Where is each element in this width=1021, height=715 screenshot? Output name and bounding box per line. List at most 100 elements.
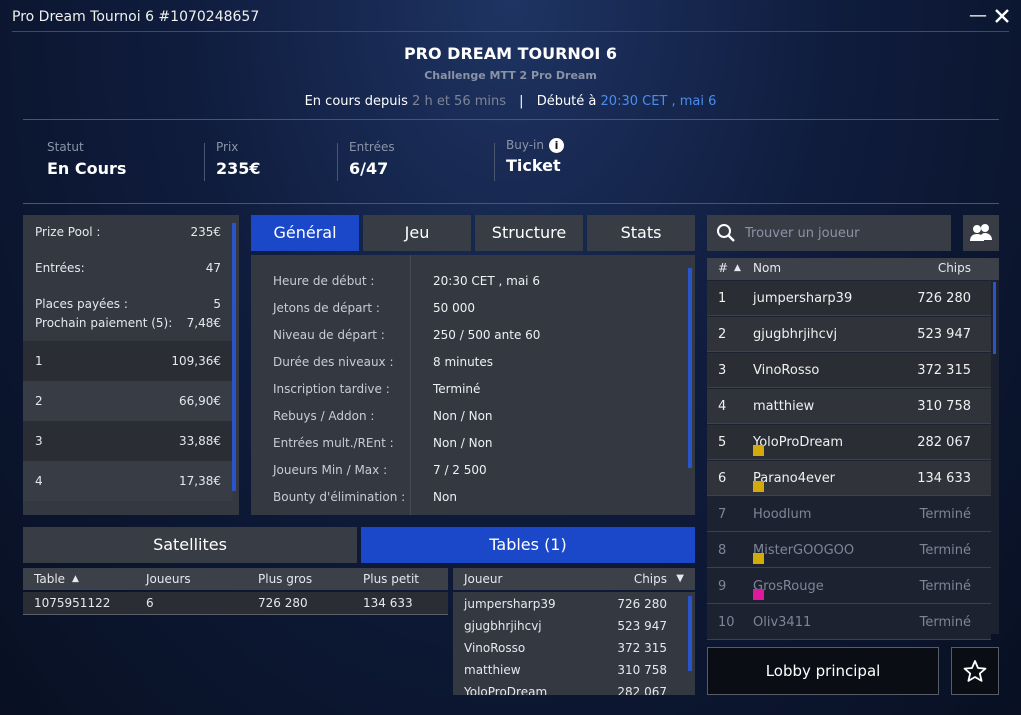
prize-scrollbar[interactable]: [232, 223, 236, 491]
search-input[interactable]: [745, 215, 945, 251]
column-divider: [410, 255, 411, 515]
col-table[interactable]: Table: [34, 572, 65, 586]
table-row[interactable]: 8 MisterGOOGOO Terminé: [707, 533, 991, 568]
info-value: 8 minutes: [433, 355, 494, 369]
payout-rank-row: 4 17,38€: [23, 461, 233, 501]
player-chips: 282 067: [617, 685, 667, 695]
table-max: 726 280: [258, 596, 308, 610]
payout-amount: 17,38€: [179, 474, 221, 488]
users-icon: [970, 224, 992, 241]
player-chips: 134 633: [917, 471, 971, 486]
tab-satellites[interactable]: Satellites: [23, 527, 357, 563]
player-chips: 282 067: [917, 435, 971, 450]
player-chips: 523 947: [917, 327, 971, 342]
info-value: 20:30 CET , mai 6: [433, 274, 540, 288]
player-search[interactable]: [707, 215, 951, 251]
col-players[interactable]: Joueurs: [146, 572, 191, 586]
player-chips: 726 280: [617, 597, 667, 611]
tab-general[interactable]: Général: [251, 215, 359, 251]
player-name-cell: VinoRosso: [753, 363, 819, 378]
player-name-cell: matthiew: [753, 399, 814, 414]
table-min: 134 633: [363, 596, 413, 610]
stat-value: 6/47: [349, 159, 389, 178]
table-row[interactable]: 10 Oliv3411 Terminé: [707, 605, 991, 640]
stat-divider: [204, 143, 205, 181]
main-lobby-button[interactable]: Lobby principal: [707, 647, 939, 695]
table-row[interactable]: 5 YoloProDream 282 067: [707, 425, 991, 460]
tournament-title: PRO DREAM TOURNOI 6: [403, 44, 618, 63]
col-rank: #: [718, 261, 729, 275]
player-name: YoloProDream: [464, 685, 548, 695]
stat-value: Ticket: [506, 156, 561, 175]
col-chips[interactable]: Chips: [938, 261, 971, 275]
stat-label: Entrées: [349, 140, 395, 154]
tables-scrollbar[interactable]: [688, 596, 692, 671]
table-id: 1075951122: [34, 596, 111, 610]
info-icon[interactable]: i: [549, 138, 564, 153]
header-divider: [23, 119, 999, 120]
stat-buyin: Buy-in i Ticket: [506, 138, 564, 175]
title-divider: [12, 31, 1009, 32]
col-min[interactable]: Plus petit: [363, 572, 419, 586]
stat-label: Statut: [47, 140, 84, 154]
table-row[interactable]: 9 GrosRouge Terminé: [707, 569, 991, 604]
close-icon: [995, 9, 1009, 23]
general-scrollbar[interactable]: [688, 268, 692, 468]
tab-jeu[interactable]: Jeu: [363, 215, 471, 251]
col-chips[interactable]: Chips: [634, 572, 667, 586]
sort-asc-icon[interactable]: ▲: [72, 574, 79, 584]
player-name-cell: MisterGOOGOO: [753, 543, 854, 564]
next-payout-value: 7,48€: [186, 316, 221, 330]
player-chips: Terminé: [919, 579, 971, 594]
payout-rank: 2: [35, 394, 43, 408]
payout-amount: 109,36€: [171, 354, 221, 368]
table-row[interactable]: 6 Parano4ever 134 633: [707, 461, 991, 496]
info-key: Jetons de départ :: [273, 301, 380, 315]
tab-tables[interactable]: Tables (1): [361, 527, 695, 563]
favorite-button[interactable]: [951, 647, 999, 695]
stat-value: 235€: [216, 159, 261, 178]
player-rank: 9: [718, 579, 727, 594]
info-value: Terminé: [433, 382, 481, 396]
table-row[interactable]: 1 jumpersharp39 726 280: [707, 281, 991, 316]
info-value: 50 000: [433, 301, 475, 315]
prize-pool-label: Prize Pool :: [35, 225, 101, 239]
stat-status: Statut En Cours: [47, 140, 126, 178]
friends-button[interactable]: [963, 215, 999, 251]
player-name: Parano4ever: [753, 471, 836, 486]
stat-label: Prix: [216, 140, 239, 154]
stat-entries: Entrées 6/47: [349, 140, 395, 178]
tab-structure[interactable]: Structure: [475, 215, 583, 251]
table-row[interactable]: 7 Hoodlum Terminé: [707, 497, 991, 532]
info-value: 7 / 2 500: [433, 463, 487, 477]
player-name: VinoRosso: [753, 363, 820, 378]
satellites-header: Table ▲ Joueurs Plus gros Plus petit: [23, 568, 448, 590]
started-value: 20:30 CET , mai 6: [600, 94, 717, 109]
window-title: Pro Dream Tournoi 6 #1070248657: [12, 9, 260, 25]
col-player[interactable]: Joueur: [464, 572, 502, 586]
player-chips: Terminé: [919, 615, 971, 630]
sort-asc-icon[interactable]: ▲: [734, 263, 741, 273]
player-chips: 310 758: [917, 399, 971, 414]
general-info-panel: Heure de début : 20:30 CET , mai 6 Jetons…: [251, 255, 695, 515]
running-label: En cours depuis: [304, 94, 408, 109]
col-max[interactable]: Plus gros: [258, 572, 312, 586]
tab-stats[interactable]: Stats: [587, 215, 695, 251]
players-scrollbar[interactable]: [993, 282, 996, 354]
table-row[interactable]: 2 gjugbhrjihcvj 523 947: [707, 317, 991, 352]
stat-label: Buy-in: [506, 138, 544, 152]
sort-desc-icon[interactable]: ▼: [676, 573, 684, 584]
player-name-cell: GrosRouge: [753, 579, 824, 600]
table-row[interactable]: 1075951122 6 726 280 134 633: [23, 592, 448, 615]
stats-divider: [23, 203, 999, 204]
paid-places-value: 5: [213, 297, 221, 311]
minimize-button[interactable]: —: [968, 5, 988, 27]
table-row[interactable]: 3 VinoRosso 372 315: [707, 353, 991, 388]
info-value: Non / Non: [433, 409, 493, 423]
player-flag-icon: [753, 445, 764, 456]
col-name[interactable]: Nom: [753, 261, 781, 275]
close-button[interactable]: [992, 5, 1012, 27]
table-row[interactable]: 4 matthiew 310 758: [707, 389, 991, 424]
stat-divider: [337, 143, 338, 181]
payout-rank: 3: [35, 434, 43, 448]
